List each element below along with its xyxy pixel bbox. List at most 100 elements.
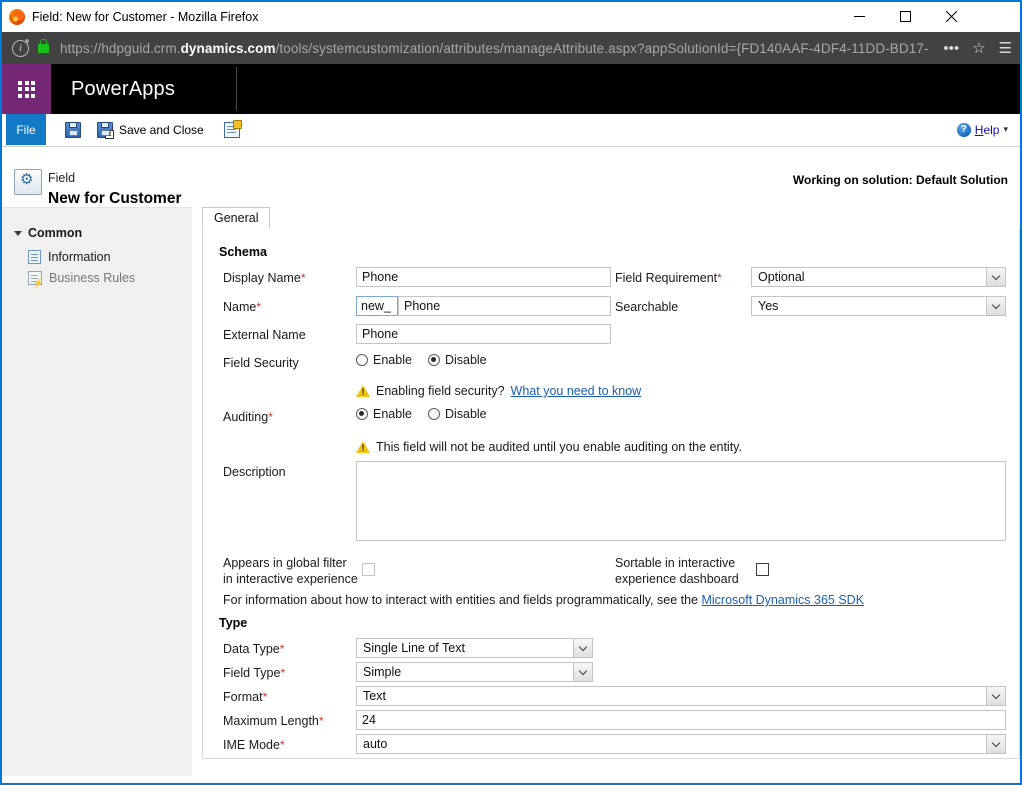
field-type-dropdown[interactable]: Simple [356,662,593,682]
description-textarea[interactable] [356,461,1006,541]
chevron-down-icon[interactable] [986,687,1005,705]
radio-button[interactable] [428,408,440,420]
auditing-label-text: Auditing [223,410,268,424]
auditing-warning: This field will not be audited until you… [356,440,742,454]
auditing-disable-option[interactable]: Disable [428,407,487,421]
chevron-down-icon[interactable]: ▾ [1003,124,1008,135]
command-buttons: x Save and Close [60,114,251,145]
type-section-title: Type [219,616,247,630]
searchable-dropdown[interactable]: Yes [751,296,1006,316]
field-security-warning-text: Enabling field security? [376,384,505,398]
maximum-length-input[interactable] [356,710,1006,730]
save-button[interactable] [60,114,92,145]
sidebar-group-common[interactable]: Common [14,226,82,240]
sortable-checkbox[interactable] [756,563,769,576]
auditing-radio-group: Enable Disable [356,407,487,421]
url-text[interactable]: https://hdpguid.crm.dynamics.com/tools/s… [60,41,929,56]
waffle-dots [18,81,35,98]
site-info-icon[interactable]: i [12,40,29,57]
searchable-label: Searchable [615,300,678,314]
chevron-down-icon[interactable] [986,297,1005,315]
field-security-label: Field Security [223,356,299,370]
close-badge-icon: x [105,130,114,139]
field-security-enable-label: Enable [373,353,412,367]
auditing-warning-text: This field will not be audited until you… [376,440,742,454]
auditing-enable-option[interactable]: Enable [356,407,412,421]
tab-general[interactable]: General [202,207,270,229]
bookmark-star-icon[interactable]: ☆ [972,41,985,56]
format-dropdown[interactable]: Text [356,686,1006,706]
field-gear-icon [14,169,42,195]
page-body: Field New for Customer Working on soluti… [2,147,1020,783]
waffle-grid-icon[interactable] [2,64,51,114]
required-asterisk: * [263,690,268,704]
browser-window: Field: New for Customer - Mozilla Firefo… [0,0,1022,785]
chevron-down-icon[interactable] [986,735,1005,753]
maximum-length-label-text: Maximum Length [223,714,319,728]
close-icon [946,11,957,22]
sidebar-group-label: Common [28,226,82,240]
field-security-enable-option[interactable]: Enable [356,353,412,367]
lock-icon[interactable] [38,44,49,53]
maximize-button[interactable] [882,2,928,31]
sdk-note: For information about how to interact wi… [223,593,864,607]
help-menu[interactable]: ? Help ▾ [957,114,1008,145]
solution-context-label: Working on solution: Default Solution [793,173,1008,187]
save-and-close-button[interactable]: x Save and Close [92,114,209,145]
external-name-label-text: External Name [223,328,306,342]
record-type-label: Field [48,171,75,185]
global-filter-checkbox[interactable] [362,563,375,576]
data-type-dropdown[interactable]: Single Line of Text [356,638,593,658]
auditing-enable-label: Enable [373,407,412,421]
ime-mode-label: IME Mode* [223,738,285,752]
radio-button[interactable] [356,354,368,366]
name-input[interactable] [398,296,611,316]
minimize-icon [854,11,865,22]
address-bar-actions: ••• ☆ ☰ [943,32,1012,64]
name-prefix-field[interactable]: new_ [356,296,398,316]
sidebar-item-information[interactable]: Information [28,247,111,267]
required-asterisk: * [319,714,324,728]
display-name-input[interactable] [356,267,611,287]
close-button[interactable] [928,2,974,31]
chevron-down-icon[interactable] [986,268,1005,286]
page-actions-icon[interactable]: ••• [943,41,959,56]
data-type-value: Single Line of Text [357,641,573,655]
address-bar[interactable]: i https://hdpguid.crm.dynamics.com/tools… [2,32,1020,64]
radio-button-selected[interactable] [356,408,368,420]
global-filter-label-line2: in interactive experience [223,572,358,586]
url-prefix: https://hdpguid.crm. [60,41,181,56]
data-type-label-text: Data Type [223,642,280,656]
external-name-input[interactable] [356,324,611,344]
chevron-down-icon[interactable] [573,639,592,657]
business-rules-icon [28,271,42,285]
form-panel: Schema Display Name* Field Requirement* … [202,229,1020,759]
window-title: Field: New for Customer - Mozilla Firefo… [32,10,258,24]
save-and-close-label: Save and Close [119,123,204,137]
chevron-down-icon[interactable] [573,663,592,681]
name-label-text: Name [223,300,256,314]
hamburger-menu-icon[interactable]: ☰ [999,41,1012,56]
minimize-button[interactable] [836,2,882,31]
dynamics-sdk-link[interactable]: Microsoft Dynamics 365 SDK [701,593,864,607]
sidebar-item-business-rules[interactable]: Business Rules [28,268,135,288]
field-requirement-dropdown[interactable]: Optional [751,267,1006,287]
field-security-label-text: Field Security [223,356,299,370]
appbar-divider [236,67,237,111]
navigation-sidebar: Common Information Business Rules [2,207,192,776]
url-domain: dynamics.com [181,41,276,56]
what-you-need-to-know-link[interactable]: What you need to know [511,384,642,398]
new-button[interactable] [219,114,251,145]
maximum-length-label: Maximum Length* [223,714,324,728]
sdk-note-text: For information about how to interact wi… [223,593,698,607]
required-asterisk: * [268,410,273,424]
chevron-down-icon [14,231,22,236]
file-tab[interactable]: File [6,114,46,145]
field-requirement-label-text: Field Requirement [615,271,717,285]
ime-mode-dropdown[interactable]: auto [356,734,1006,754]
required-asterisk: * [280,666,285,680]
help-label[interactable]: Help [975,123,1000,137]
firefox-logo-icon [9,9,25,25]
radio-button-selected[interactable] [428,354,440,366]
field-security-disable-option[interactable]: Disable [428,353,487,367]
